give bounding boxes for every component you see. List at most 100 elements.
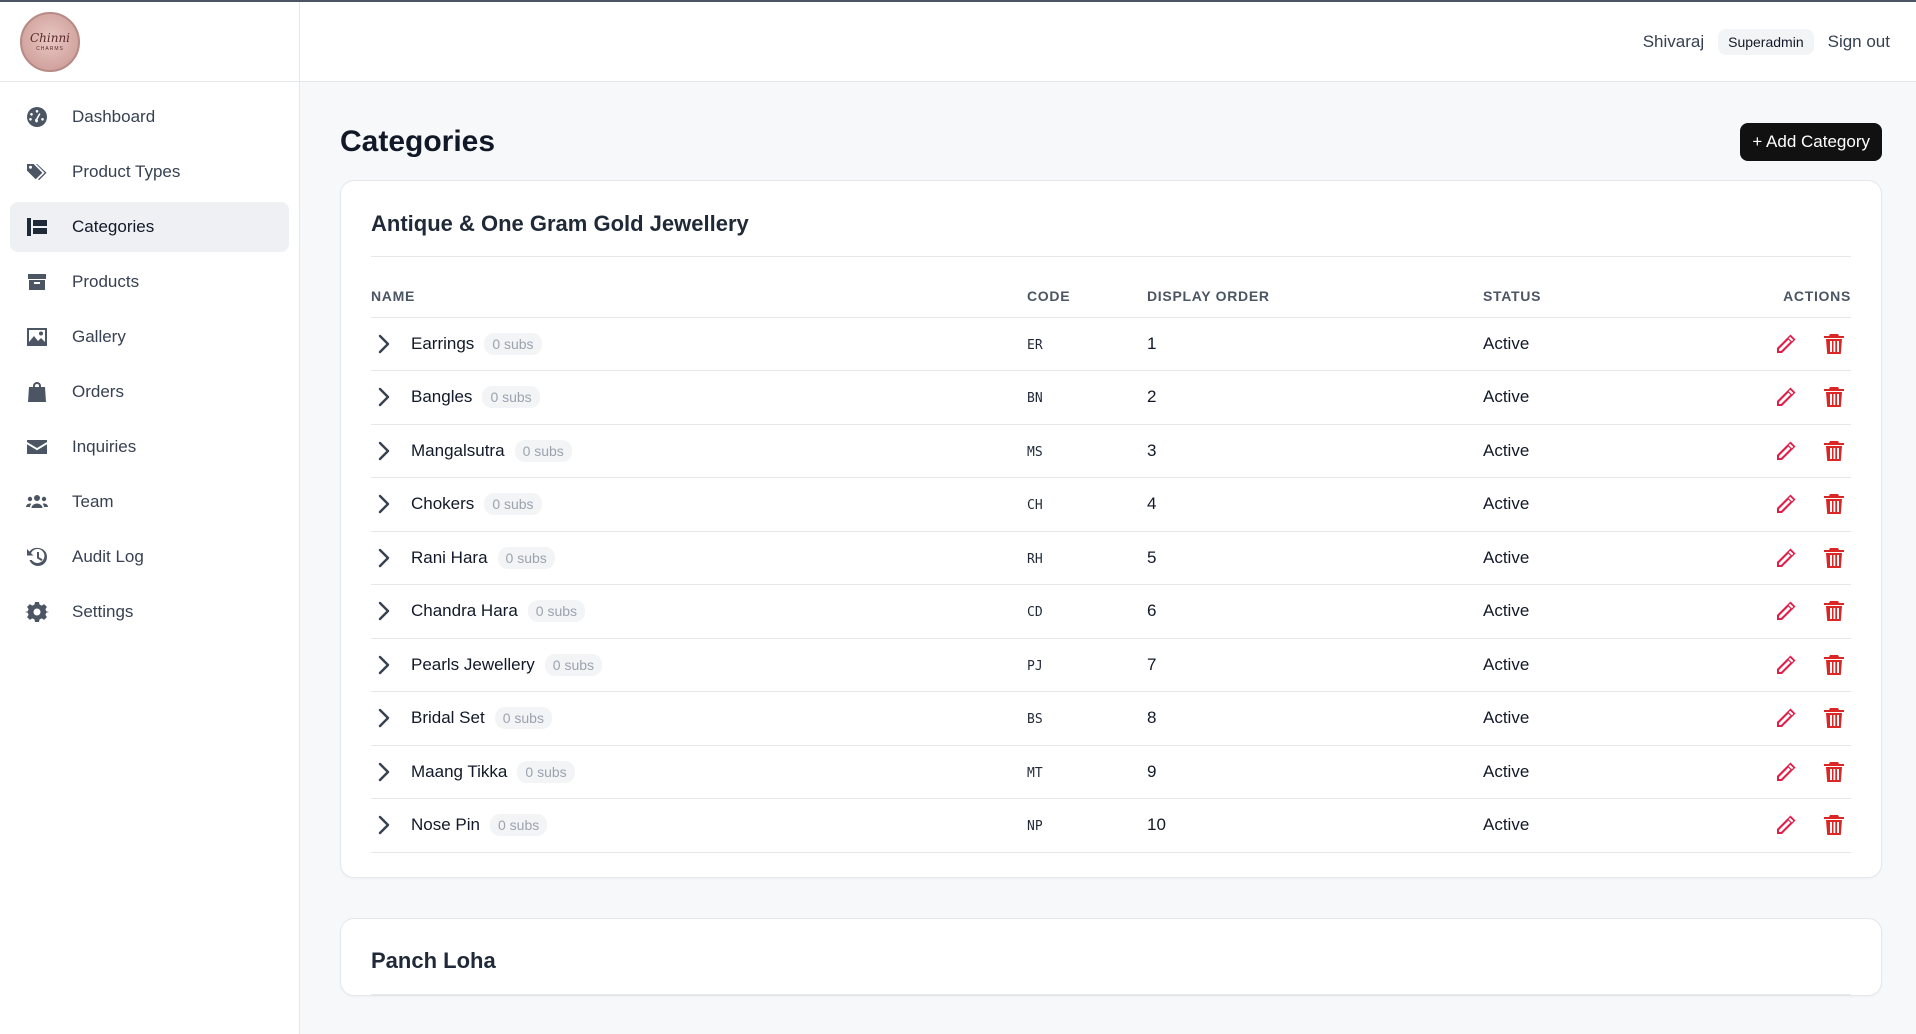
chevron-right-icon[interactable] <box>371 331 397 357</box>
logo-area: Chinni CHARMS <box>0 2 299 82</box>
subs-badge: 0 subs <box>494 707 552 730</box>
code-cell: CD <box>1027 584 1147 639</box>
table-row[interactable]: Pearls Jewellery 0 subs PJ 7 Active <box>371 638 1851 692</box>
delete-trash-icon[interactable] <box>1821 438 1847 464</box>
sidebar-item-settings[interactable]: Settings <box>10 587 289 637</box>
code-cell: PJ <box>1027 638 1147 692</box>
category-name: Chokers <box>411 494 475 514</box>
display-order-cell: 5 <box>1147 531 1483 585</box>
table-row[interactable]: Chokers 0 subs CH 4 Active <box>371 477 1851 532</box>
delete-trash-icon[interactable] <box>1821 705 1847 731</box>
shopping-bag-icon <box>24 379 50 405</box>
edit-pencil-icon[interactable] <box>1773 598 1799 624</box>
sidebar-item-inquiries[interactable]: Inquiries <box>10 422 289 472</box>
delete-trash-icon[interactable] <box>1821 545 1847 571</box>
subs-badge: 0 subs <box>484 332 542 355</box>
sidebar-item-products[interactable]: Products <box>10 257 289 307</box>
sidebar-item-categories[interactable]: Categories <box>10 202 289 252</box>
status-cell: Active <box>1483 745 1743 799</box>
delete-trash-icon[interactable] <box>1821 491 1847 517</box>
chevron-right-icon[interactable] <box>371 598 397 624</box>
card-spacer <box>371 853 1851 877</box>
display-order-cell: 7 <box>1147 638 1483 692</box>
delete-trash-icon[interactable] <box>1821 759 1847 785</box>
category-group-card: Antique & One Gram Gold Jewellery NAME C… <box>340 180 1882 878</box>
table-row[interactable]: Bridal Set 0 subs BS 8 Active <box>371 691 1851 746</box>
sidebar-item-product-types[interactable]: Product Types <box>10 147 289 197</box>
sidebar: Chinni CHARMS Dashboard Product Types Ca… <box>0 2 300 1034</box>
delete-trash-icon[interactable] <box>1821 598 1847 624</box>
users-icon <box>24 489 50 515</box>
sidebar-item-label: Audit Log <box>72 547 144 566</box>
sidebar-item-gallery[interactable]: Gallery <box>10 312 289 362</box>
table-row[interactable]: Mangalsutra 0 subs MS 3 Active <box>371 424 1851 478</box>
table-row[interactable]: Maang Tikka 0 subs MT 9 Active <box>371 745 1851 799</box>
display-order-cell: 2 <box>1147 370 1483 425</box>
category-code: MT <box>1027 765 1043 781</box>
name-cell: Mangalsutra 0 subs <box>371 424 1027 478</box>
edit-pencil-icon[interactable] <box>1773 331 1799 357</box>
header-code[interactable]: CODE <box>1027 257 1147 318</box>
status-cell: Active <box>1483 691 1743 746</box>
code-cell: BS <box>1027 691 1147 746</box>
group-title: Antique & One Gram Gold Jewellery <box>371 181 1851 257</box>
chevron-right-icon[interactable] <box>371 384 397 410</box>
chevron-right-icon[interactable] <box>371 812 397 838</box>
table-row[interactable]: Rani Hara 0 subs RH 5 Active <box>371 531 1851 585</box>
edit-pencil-icon[interactable] <box>1773 491 1799 517</box>
code-cell: MS <box>1027 424 1147 478</box>
delete-trash-icon[interactable] <box>1821 812 1847 838</box>
topbar: Shivaraj Superadmin Sign out <box>300 2 1916 82</box>
actions-cell <box>1743 317 1851 371</box>
sign-out-link[interactable]: Sign out <box>1828 32 1890 52</box>
edit-pencil-icon[interactable] <box>1773 438 1799 464</box>
code-cell: ER <box>1027 317 1147 371</box>
edit-pencil-icon[interactable] <box>1773 545 1799 571</box>
status-cell: Active <box>1483 370 1743 425</box>
chevron-right-icon[interactable] <box>371 545 397 571</box>
brand-logo[interactable]: Chinni CHARMS <box>20 11 80 72</box>
table-row[interactable]: Bangles 0 subs BN 2 Active <box>371 370 1851 425</box>
sidebar-item-orders[interactable]: Orders <box>10 367 289 417</box>
sidebar-nav: Dashboard Product Types Categories Produ… <box>0 82 299 652</box>
add-category-button[interactable]: + Add Category <box>1740 123 1882 161</box>
header-status[interactable]: STATUS <box>1483 257 1743 318</box>
chevron-right-icon[interactable] <box>371 438 397 464</box>
box-icon <box>24 269 50 295</box>
header-name[interactable]: NAME <box>371 257 1027 318</box>
categories-table: NAME CODE DISPLAY ORDER STATUS ACTIONS E… <box>371 257 1851 853</box>
code-cell: BN <box>1027 370 1147 425</box>
chevron-right-icon[interactable] <box>371 759 397 785</box>
delete-trash-icon[interactable] <box>1821 331 1847 357</box>
actions-cell <box>1743 745 1851 799</box>
table-row[interactable]: Nose Pin 0 subs NP 10 Active <box>371 798 1851 853</box>
edit-pencil-icon[interactable] <box>1773 705 1799 731</box>
edit-pencil-icon[interactable] <box>1773 759 1799 785</box>
categories-icon <box>24 214 50 240</box>
actions-cell <box>1743 798 1851 853</box>
sidebar-item-dashboard[interactable]: Dashboard <box>10 92 289 142</box>
table-row[interactable]: Earrings 0 subs ER 1 Active <box>371 317 1851 371</box>
display-order-cell: 6 <box>1147 584 1483 639</box>
chevron-right-icon[interactable] <box>371 652 397 678</box>
dashboard-icon <box>24 104 50 130</box>
subs-badge: 0 subs <box>514 439 572 462</box>
status-cell: Active <box>1483 798 1743 853</box>
header-display-order[interactable]: DISPLAY ORDER <box>1147 257 1483 318</box>
name-cell: Bangles 0 subs <box>371 370 1027 425</box>
edit-pencil-icon[interactable] <box>1773 384 1799 410</box>
sidebar-item-label: Gallery <box>72 327 126 346</box>
edit-pencil-icon[interactable] <box>1773 812 1799 838</box>
delete-trash-icon[interactable] <box>1821 384 1847 410</box>
table-row[interactable]: Chandra Hara 0 subs CD 6 Active <box>371 584 1851 639</box>
chevron-right-icon[interactable] <box>371 705 397 731</box>
subs-badge: 0 subs <box>517 760 575 783</box>
category-name: Rani Hara <box>411 547 488 567</box>
table-body: Earrings 0 subs ER 1 Active Bangles 0 su… <box>371 317 1851 853</box>
sidebar-item-audit-log[interactable]: Audit Log <box>10 532 289 582</box>
chevron-right-icon[interactable] <box>371 491 397 517</box>
delete-trash-icon[interactable] <box>1821 652 1847 678</box>
sidebar-item-team[interactable]: Team <box>10 477 289 527</box>
edit-pencil-icon[interactable] <box>1773 652 1799 678</box>
display-order-cell: 3 <box>1147 424 1483 478</box>
